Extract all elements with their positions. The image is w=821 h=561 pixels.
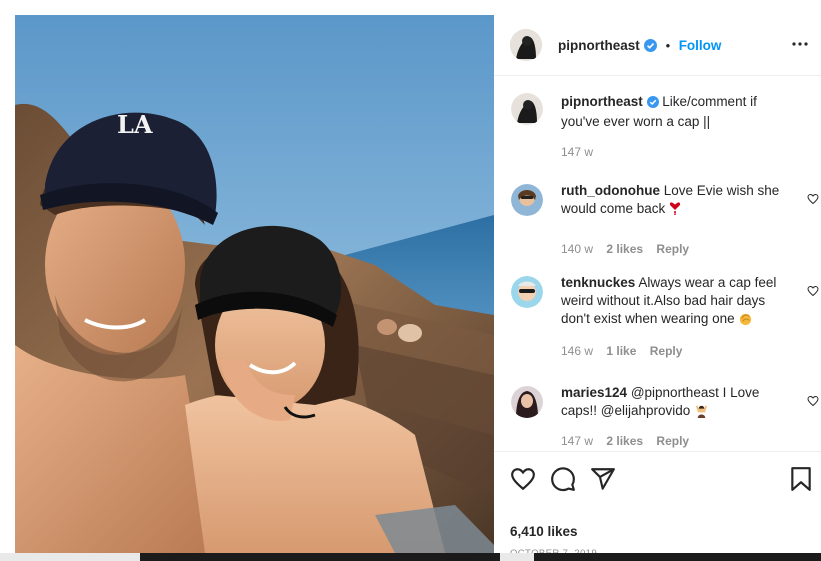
like-heart-icon[interactable] — [510, 466, 536, 497]
caption-time[interactable]: 147 w — [561, 145, 593, 159]
comment-meta: 146 w 1 like Reply — [561, 344, 692, 358]
post-detail-panel: pipnortheast • Follow pipnortheast Like/… — [494, 15, 821, 559]
caption-meta: 147 w — [561, 145, 603, 159]
verified-badge-icon — [644, 39, 658, 57]
caption-text: pipnortheast Like/comment if you've ever… — [561, 93, 789, 131]
post-header: pipnortheast • Follow — [494, 15, 821, 76]
svg-text:LA: LA — [117, 110, 153, 139]
comment-bubble-icon[interactable] — [550, 466, 576, 497]
post-photo[interactable]: LA — [15, 15, 494, 553]
separator-dot: • — [665, 38, 671, 53]
comment-user[interactable]: ruth_odonohue — [561, 183, 660, 198]
avatar-image — [511, 93, 543, 125]
clapping-hands-icon — [738, 311, 753, 326]
bottom-strip-segment — [500, 553, 534, 561]
heart-exclamation-icon — [669, 201, 681, 216]
comment-time[interactable]: 146 w — [561, 344, 593, 358]
commenter-avatar[interactable] — [511, 184, 543, 216]
comment-item: maries124 @pipnortheast I Love caps!! @e… — [511, 384, 819, 451]
bottom-strip — [0, 553, 821, 561]
comment-likes[interactable]: 2 likes — [606, 434, 643, 448]
avatar-image — [511, 386, 543, 418]
like-comment-heart-icon[interactable] — [807, 192, 819, 210]
like-comment-heart-icon[interactable] — [807, 394, 819, 412]
author-handle[interactable]: pipnortheast — [558, 38, 640, 53]
comment-time[interactable]: 140 w — [561, 242, 593, 256]
avatar-image — [511, 184, 543, 216]
left-gutter — [0, 0, 15, 553]
follow-button[interactable]: Follow — [679, 38, 722, 53]
comment-user[interactable]: tenknuckes — [561, 275, 635, 290]
comment-item: tenknuckes Always wear a cap feel weird … — [511, 274, 819, 374]
comment-likes[interactable]: 1 like — [606, 344, 636, 358]
post-actions: 6,410 likes OCTOBER 7, 2019 — [494, 451, 821, 559]
reply-button[interactable]: Reply — [650, 344, 683, 358]
reply-button[interactable]: Reply — [656, 434, 689, 448]
more-options-icon[interactable] — [791, 35, 809, 58]
comment-meta: 147 w 2 likes Reply — [561, 434, 699, 448]
caption-author[interactable]: pipnortheast — [561, 94, 643, 109]
caption-avatar[interactable] — [511, 93, 543, 125]
avatar-image — [510, 29, 542, 61]
person-raising-hands-icon — [694, 403, 709, 418]
comment-time[interactable]: 147 w — [561, 434, 593, 448]
like-comment-heart-icon[interactable] — [807, 284, 819, 302]
author-avatar[interactable] — [510, 29, 542, 61]
caption: pipnortheast Like/comment if you've ever… — [511, 93, 811, 173]
commenter-avatar[interactable] — [511, 386, 543, 418]
verified-badge-icon — [646, 95, 659, 113]
bottom-strip-segment — [0, 553, 140, 561]
likes-count[interactable]: 6,410 likes — [510, 524, 578, 539]
photo-illustration: LA — [15, 15, 494, 553]
comment-likes[interactable]: 2 likes — [606, 242, 643, 256]
share-paper-plane-icon[interactable] — [590, 466, 616, 497]
save-bookmark-icon[interactable] — [790, 466, 812, 497]
reply-button[interactable]: Reply — [656, 242, 689, 256]
comment-user[interactable]: maries124 — [561, 385, 627, 400]
comment-meta: 140 w 2 likes Reply — [561, 242, 699, 256]
comment-item: ruth_odonohue Love Evie wish she would c… — [511, 182, 819, 262]
avatar-image — [511, 276, 543, 308]
commenter-avatar[interactable] — [511, 276, 543, 308]
comments-list[interactable]: pipnortheast Like/comment if you've ever… — [494, 76, 821, 451]
